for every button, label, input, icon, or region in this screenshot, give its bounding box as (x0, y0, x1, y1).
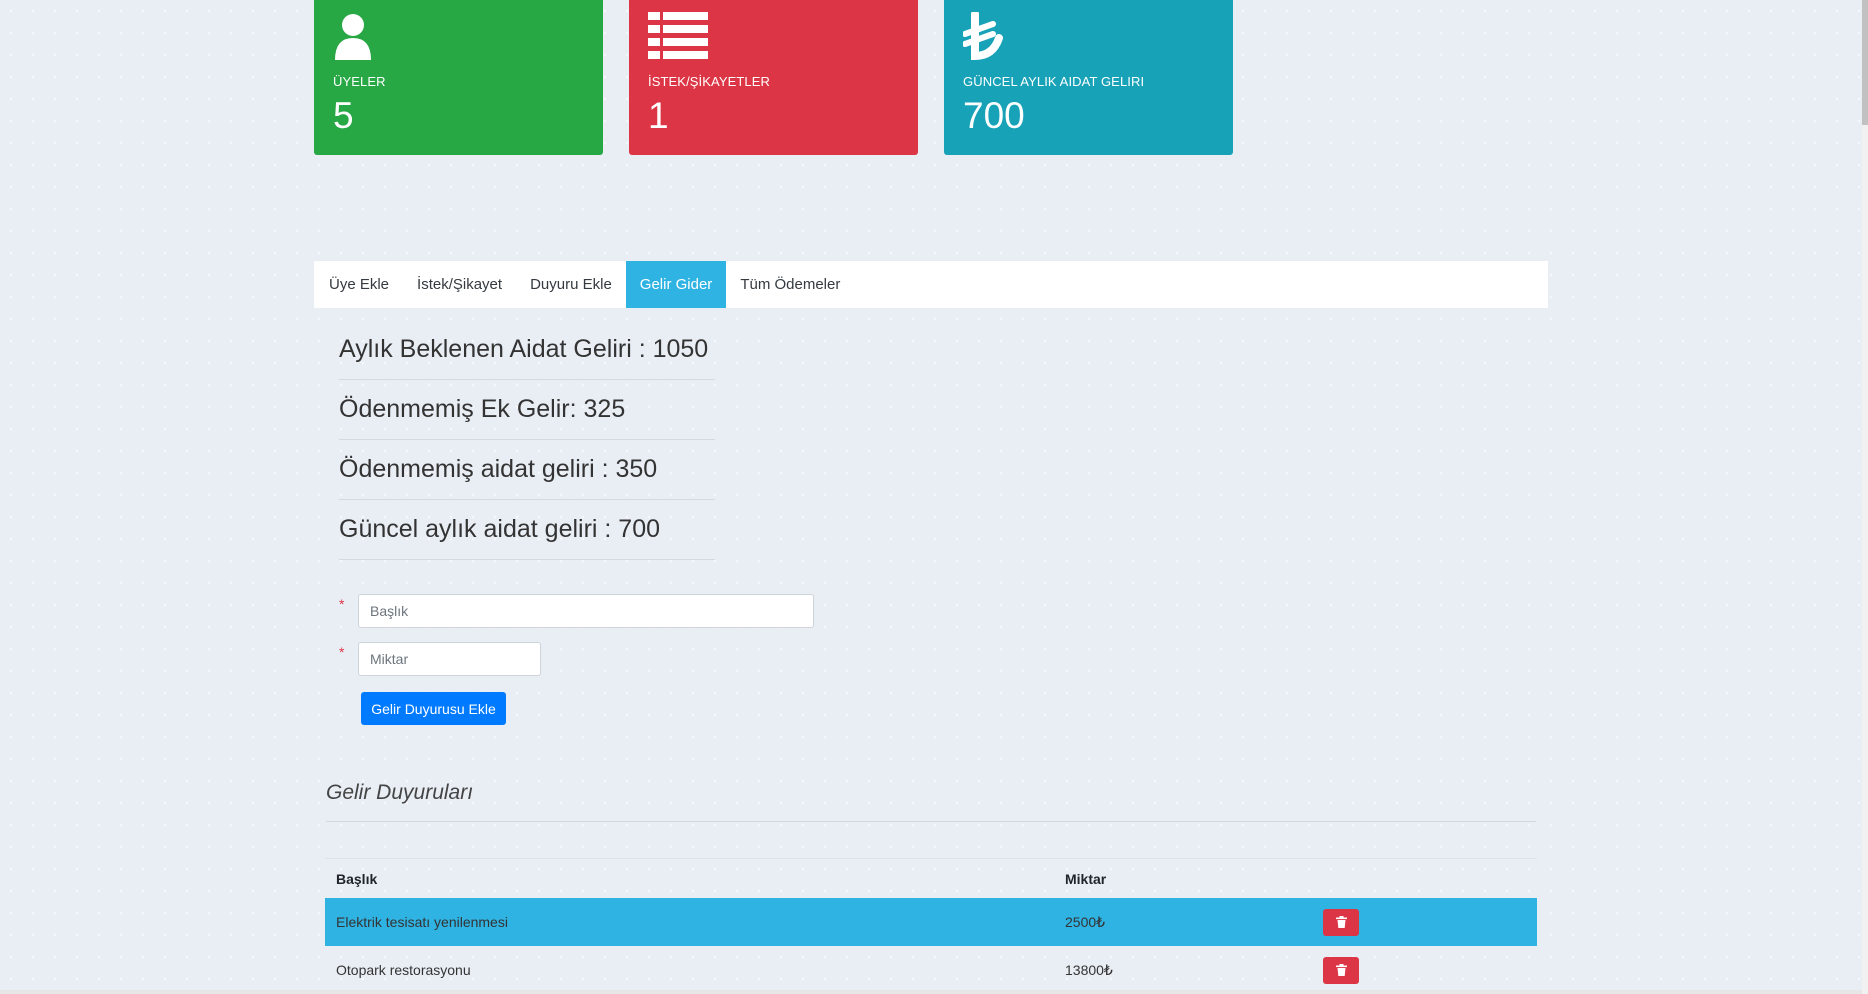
scrollbar-thumb[interactable] (1862, 0, 1868, 125)
tab-bar: Üye Ekle İstek/Şikayet Duyuru Ekle Gelir… (314, 261, 1548, 308)
complaints-stat-card: İSTEK/ŞİKAYETLER 1 (629, 0, 918, 155)
title-input[interactable] (358, 594, 814, 628)
income-stat-card: GÜNCEL AYLIK AIDAT GELIRI 700 (944, 0, 1233, 155)
amount-field-row: * (339, 642, 541, 676)
table-row[interactable]: Elektrik tesisatı yenilenmesi 2500₺ (325, 898, 1537, 946)
row-title: Otopark restorasyonu (336, 962, 471, 978)
expected-income: Aylık Beklenen Aidat Geliri : 1050 (339, 320, 715, 380)
required-mark: * (339, 596, 345, 612)
stat-value: 1 (648, 95, 669, 136)
row-amount: 2500₺ (1065, 913, 1106, 930)
delete-button[interactable] (1323, 908, 1359, 936)
required-mark: * (339, 644, 345, 660)
members-stat-card: ÜYELER 5 (314, 0, 603, 155)
stat-label: İSTEK/ŞİKAYETLER (648, 74, 771, 89)
title-field-row: * (339, 594, 814, 628)
table-row[interactable]: Otopark restorasyonu 13800₺ (325, 946, 1537, 994)
delete-button[interactable] (1323, 956, 1359, 984)
table-header: Başlık Miktar (325, 858, 1537, 898)
user-icon (333, 12, 393, 64)
current-monthly-income: Güncel aylık aidat geliri : 700 (339, 500, 715, 560)
list-icon (648, 12, 708, 64)
header-title: Başlık (336, 870, 378, 887)
row-amount: 13800₺ (1065, 961, 1113, 978)
section-title: Gelir Duyuruları (326, 781, 474, 804)
unpaid-dues-income: Ödenmemiş aidat geliri : 350 (339, 440, 715, 500)
amount-input[interactable] (358, 642, 541, 676)
row-title: Elektrik tesisatı yenilenmesi (336, 914, 508, 930)
tab-complaints[interactable]: İstek/Şikayet (403, 261, 516, 308)
divider (326, 821, 1536, 822)
tab-income-expense[interactable]: Gelir Gider (625, 261, 727, 308)
stat-label: ÜYELER (333, 74, 386, 89)
add-income-button[interactable]: Gelir Duyurusu Ekle (361, 692, 506, 725)
lira-icon (962, 10, 1023, 64)
income-table: Başlık Miktar Elektrik tesisatı yenilenm… (325, 858, 1537, 994)
stat-label: GÜNCEL AYLIK AIDAT GELIRI (963, 74, 1145, 89)
unpaid-extra-income: Ödenmemiş Ek Gelir: 325 (339, 380, 715, 440)
income-summary: Aylık Beklenen Aidat Geliri : 1050 Ödenm… (339, 320, 715, 560)
trash-icon (1335, 964, 1347, 976)
page-scrollbar[interactable] (1862, 0, 1868, 994)
header-amount: Miktar (1065, 870, 1107, 887)
tab-all-payments[interactable]: Tüm Ödemeler (726, 261, 854, 308)
stat-value: 700 (963, 95, 1025, 136)
tab-add-announcement[interactable]: Duyuru Ekle (516, 261, 626, 308)
trash-icon (1335, 916, 1347, 928)
tab-add-member[interactable]: Üye Ekle (314, 261, 403, 308)
stat-value: 5 (333, 95, 354, 136)
